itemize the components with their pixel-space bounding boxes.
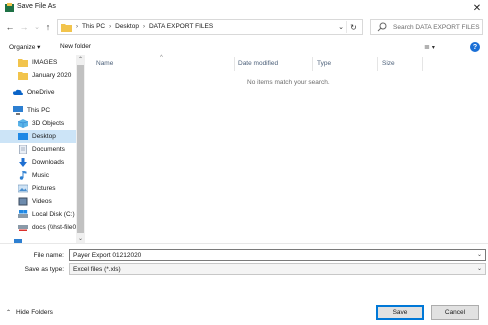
sidebar-item-downloads[interactable]: Downloads [0, 156, 76, 169]
file-list[interactable]: ^ Name Date modified Type Size No items … [88, 55, 488, 243]
breadcrumb-separator: › [142, 23, 145, 30]
save-as-type-label: Save as type: [24, 266, 64, 273]
sidebar-item-label: Desktop [32, 133, 56, 140]
sidebar-scrollbar[interactable]: ⌃ ⌄ [76, 55, 85, 243]
breadcrumb-desktop[interactable]: Desktop [115, 23, 139, 30]
column-header-type[interactable]: Type [317, 60, 331, 67]
title-bar: Save File As ✕ [0, 0, 488, 16]
sidebar-item-local-disk[interactable]: Local Disk (C:) [0, 208, 76, 221]
sidebar-item-music[interactable]: Music [0, 169, 76, 182]
sidebar-item-videos[interactable]: Videos [0, 195, 76, 208]
column-header-size[interactable]: Size [382, 60, 395, 67]
sidebar-item-label: Pictures [32, 185, 56, 192]
search-icon [377, 22, 387, 32]
column-divider[interactable] [377, 57, 378, 71]
column-divider[interactable] [422, 57, 423, 71]
sidebar-item-label: January 2020 [32, 72, 72, 79]
organize-button[interactable]: Organize ▾ [9, 43, 40, 51]
breadcrumb-separator: › [76, 23, 78, 30]
network-drive-icon [18, 225, 28, 231]
computer-icon [13, 106, 23, 115]
chevron-down-icon: ⌄ [476, 266, 482, 272]
view-list-icon: ≣ [424, 44, 430, 51]
save-button[interactable]: Save [376, 305, 424, 320]
help-button[interactable]: ? [470, 42, 480, 52]
picture-icon [18, 184, 28, 193]
search-box[interactable]: Search DATA EXPORT FILES [370, 19, 483, 35]
breadcrumb-data-export-files[interactable]: DATA EXPORT FILES [149, 23, 213, 30]
cancel-button[interactable]: Cancel [431, 305, 479, 320]
sidebar-item-3d-objects[interactable]: 3D Objects [0, 117, 76, 130]
sidebar-item-label: Downloads [32, 159, 65, 166]
sidebar-item-label: This PC [27, 107, 51, 114]
sidebar-item-onedrive[interactable]: OneDrive [0, 86, 76, 99]
music-icon [19, 171, 27, 180]
breadcrumb: › This PC › Desktop › DATA EXPORT FILES [76, 23, 213, 30]
navigation-bar: ← → ⌄ ↑ › This PC › Desktop › DATA EXPOR… [0, 16, 488, 38]
drive-icon [18, 210, 28, 218]
sidebar-item-label: IMAGES [32, 59, 58, 66]
new-folder-button[interactable]: New folder [60, 43, 91, 50]
sidebar-item-january-2020[interactable]: January 2020 [0, 69, 76, 82]
sort-indicator-icon: ^ [160, 55, 163, 61]
sidebar-item-label: Local Disk (C:) [32, 211, 75, 218]
breadcrumb-this-pc[interactable]: This PC [82, 23, 105, 30]
refresh-button[interactable]: ↻ [346, 21, 360, 33]
empty-message: No items match your search. [247, 79, 330, 86]
hide-folders-button[interactable]: ⌃ Hide Folders [6, 309, 53, 316]
document-icon [19, 145, 27, 154]
save-as-type-select[interactable]: Excel files (*.xls) ⌄ [69, 263, 486, 275]
address-dropdown-button[interactable]: ⌄ [338, 23, 344, 31]
chevron-down-icon[interactable]: ⌄ [477, 251, 482, 258]
file-name-input[interactable]: Payer Export 01212020 ⌄ [69, 249, 486, 261]
sidebar-item-pictures[interactable]: Pictures [0, 182, 76, 195]
pane-divider [0, 243, 488, 244]
save-dialog-icon [5, 3, 14, 12]
cloud-icon [13, 89, 23, 95]
desktop-icon [18, 133, 28, 140]
video-icon [18, 197, 28, 206]
sidebar-item-documents[interactable]: Documents [0, 143, 76, 156]
sidebar-item-docs-network[interactable]: docs (\\hst-file0 [0, 221, 76, 234]
folder-icon [18, 72, 28, 80]
sidebar-item-this-pc[interactable]: This PC [0, 104, 76, 117]
navigation-pane: IMAGES January 2020 OneDrive This PC 3D … [0, 55, 86, 243]
chevron-down-icon: ▾ [431, 44, 435, 51]
back-button[interactable]: ← [4, 21, 16, 33]
sidebar-item-label: docs (\\hst-file0 [32, 224, 77, 231]
chevron-up-icon: ⌃ [6, 310, 12, 316]
file-name-value: Payer Export 01212020 [73, 252, 142, 259]
sidebar-item-label: Videos [32, 198, 52, 205]
column-header-date-modified[interactable]: Date modified [238, 60, 278, 67]
sidebar-item-images[interactable]: IMAGES [0, 56, 76, 69]
scrollbar-thumb[interactable] [77, 65, 84, 233]
column-divider[interactable] [312, 57, 313, 71]
sidebar-item-label: OneDrive [27, 89, 55, 96]
cube-icon [18, 119, 28, 128]
column-header-name[interactable]: Name [96, 60, 113, 67]
address-bar[interactable]: › This PC › Desktop › DATA EXPORT FILES … [57, 19, 363, 35]
download-icon [19, 158, 27, 167]
scroll-up-button[interactable]: ⌃ [76, 55, 85, 64]
sidebar-item-label: Music [32, 172, 49, 179]
sidebar-item-label: 3D Objects [32, 120, 65, 127]
folder-icon [61, 24, 72, 32]
hide-folders-label: Hide Folders [16, 309, 53, 316]
command-toolbar: Organize ▾ New folder ≣ ▾ ? [0, 40, 488, 55]
file-name-label: File name: [33, 252, 64, 259]
window-title: Save File As [17, 3, 56, 10]
sidebar-item-label: Documents [32, 146, 65, 153]
sidebar-item-desktop[interactable]: Desktop [0, 130, 76, 143]
forward-button[interactable]: → [18, 21, 30, 33]
search-placeholder: Search DATA EXPORT FILES [393, 24, 480, 31]
up-button[interactable]: ↑ [42, 21, 54, 33]
view-options-button[interactable]: ≣ ▾ [424, 42, 444, 52]
column-divider[interactable] [234, 57, 235, 71]
breadcrumb-separator: › [109, 23, 112, 30]
close-button[interactable]: ✕ [466, 0, 488, 16]
save-as-type-value: Excel files (*.xls) [73, 266, 121, 273]
folder-icon [18, 59, 28, 67]
scroll-down-button[interactable]: ⌄ [76, 234, 85, 243]
